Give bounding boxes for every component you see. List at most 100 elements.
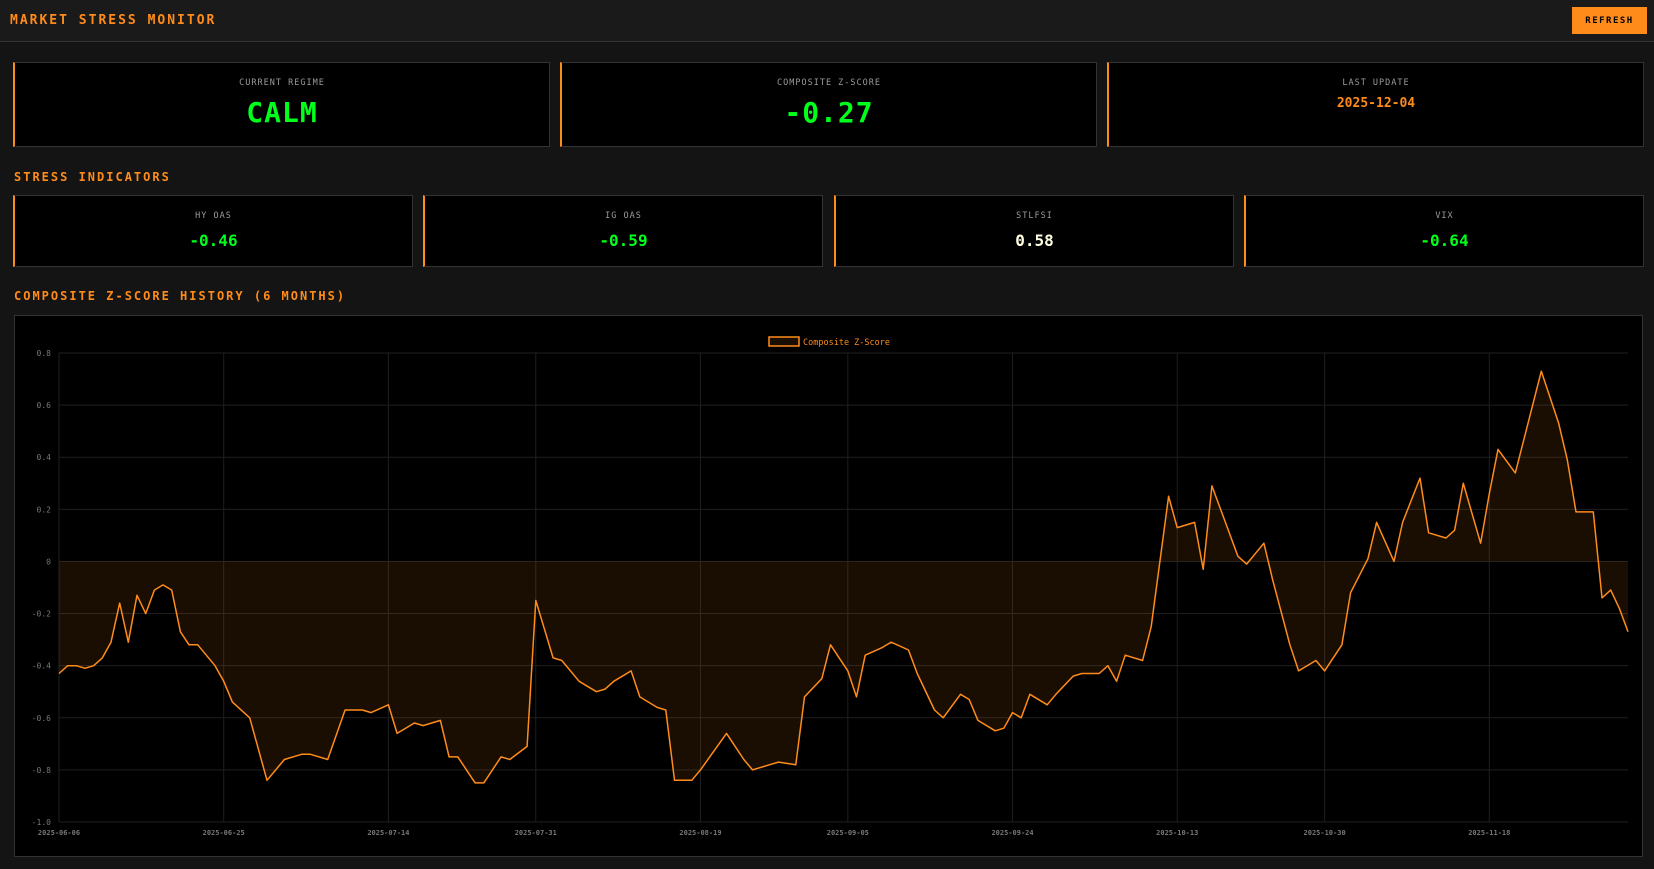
y-tick-label: 0.2 bbox=[37, 505, 52, 514]
zscore-data-point bbox=[639, 696, 641, 698]
zscore-data-point bbox=[933, 709, 935, 711]
zscore-data-point bbox=[561, 659, 563, 661]
zscore-data-point bbox=[145, 612, 147, 614]
regime-value: CALM bbox=[246, 96, 318, 129]
zscore-data-point bbox=[249, 717, 251, 719]
zscore-data-point bbox=[483, 782, 485, 784]
zscore-data-point bbox=[578, 680, 580, 682]
zscore-data-point bbox=[1193, 521, 1195, 523]
zscore-data-point bbox=[1055, 693, 1057, 695]
indicator-value: -0.64 bbox=[1420, 231, 1469, 250]
chart-legend[interactable]: Composite Z-Score bbox=[768, 336, 890, 348]
zscore-data-point bbox=[500, 756, 502, 758]
indicator-label: HY OAS bbox=[195, 211, 232, 221]
zscore-data-point bbox=[474, 782, 476, 784]
y-tick-label: -0.4 bbox=[32, 662, 51, 671]
zscore-data-point bbox=[101, 657, 103, 659]
zscore-data-point bbox=[1020, 717, 1022, 719]
zscore-data-point bbox=[344, 709, 346, 711]
zscore-data-point bbox=[1107, 665, 1109, 667]
zscore-data-point bbox=[855, 696, 857, 698]
zscore-data-point bbox=[795, 764, 797, 766]
zscore-data-point bbox=[1211, 485, 1213, 487]
zscore-data-point bbox=[422, 724, 424, 726]
zscore-data-point bbox=[1514, 472, 1516, 474]
regime-label: CURRENT REGIME bbox=[239, 78, 325, 88]
zscore-data-point bbox=[58, 672, 60, 674]
zscore-data-point bbox=[1297, 670, 1299, 672]
zscore-data-point bbox=[93, 665, 95, 667]
indicator-card-ig-oas: IG OAS -0.59 bbox=[423, 195, 823, 267]
zscore-data-point bbox=[1011, 711, 1013, 713]
zscore-data-point bbox=[760, 766, 762, 768]
legend-swatch bbox=[768, 336, 800, 347]
zscore-data-point bbox=[1540, 370, 1542, 372]
zscore-data-point bbox=[968, 698, 970, 700]
x-tick-label: 2025-08-19 bbox=[679, 829, 721, 837]
zscore-data-point bbox=[881, 646, 883, 648]
zscore-data-point bbox=[1349, 592, 1351, 594]
zscore-data-point bbox=[1523, 438, 1525, 440]
zscore-data-point bbox=[387, 704, 389, 706]
update-card: LAST UPDATE 2025-12-04 bbox=[1107, 62, 1644, 147]
zscore-data-point bbox=[725, 732, 727, 734]
indicator-card-vix: VIX -0.64 bbox=[1244, 195, 1644, 267]
indicator-label: IG OAS bbox=[605, 211, 642, 221]
indicator-label: STLFSI bbox=[1016, 211, 1053, 221]
zscore-data-point bbox=[301, 753, 303, 755]
zscore-data-point bbox=[1419, 477, 1421, 479]
zscore-data-point bbox=[136, 594, 138, 596]
zscore-data-point bbox=[1245, 563, 1247, 565]
zscore-data-point bbox=[110, 641, 112, 643]
zscore-card: COMPOSITE Z-SCORE -0.27 bbox=[560, 62, 1097, 147]
zscore-history-chart: 0.8 0.6 0.4 0.2 0 -0.2 -0.4 -0.6 -0.8 -1.0 2025-06… bbox=[14, 315, 1643, 857]
zscore-data-point bbox=[413, 722, 415, 724]
zscore-data-point bbox=[1072, 675, 1074, 677]
zscore-data-point bbox=[1627, 631, 1629, 633]
y-tick-label: 0.8 bbox=[37, 349, 52, 358]
zscore-data-point bbox=[743, 758, 745, 760]
x-tick-label: 2025-10-30 bbox=[1304, 829, 1346, 837]
zscore-data-point bbox=[907, 649, 909, 651]
history-title: COMPOSITE Z-SCORE HISTORY (6 MONTHS) bbox=[14, 289, 347, 303]
zscore-data-point bbox=[1618, 607, 1620, 609]
chart-svg: 0.8 0.6 0.4 0.2 0 -0.2 -0.4 -0.6 -0.8 -1.0 2025-06… bbox=[32, 336, 1629, 837]
zscore-data-point bbox=[1427, 532, 1429, 534]
zscore-data-point bbox=[119, 602, 121, 604]
zscore-data-point bbox=[829, 644, 831, 646]
zscore-data-point bbox=[751, 769, 753, 771]
zscore-data-point bbox=[1219, 508, 1221, 510]
zscore-data-point bbox=[1141, 659, 1143, 661]
zscore-data-point bbox=[448, 756, 450, 758]
top-bar: MARKET STRESS MONITOR REFRESH bbox=[0, 0, 1654, 42]
zscore-data-point bbox=[370, 711, 372, 713]
zscore-data-point bbox=[1029, 693, 1031, 695]
y-tick-label: -1.0 bbox=[32, 818, 51, 827]
x-tick-label: 2025-11-18 bbox=[1468, 829, 1510, 837]
zscore-data-point bbox=[266, 779, 268, 781]
zscore-data-point bbox=[777, 761, 779, 763]
x-tick-label: 2025-07-14 bbox=[367, 829, 409, 837]
y-tick-label: -0.2 bbox=[32, 610, 51, 619]
zscore-data-point bbox=[613, 680, 615, 682]
zscore-data-point bbox=[1176, 526, 1178, 528]
refresh-button[interactable]: REFRESH bbox=[1572, 7, 1647, 34]
legend-label: Composite Z-Score bbox=[803, 338, 890, 348]
zscore-data-point bbox=[153, 589, 155, 591]
zscore-data-point bbox=[84, 667, 86, 669]
zscore-data-point bbox=[1150, 625, 1152, 627]
zscore-data-point bbox=[1263, 542, 1265, 544]
zscore-data-point bbox=[1367, 558, 1369, 560]
zscore-data-point bbox=[1575, 511, 1577, 513]
zscore-data-point bbox=[1046, 704, 1048, 706]
indicator-value: -0.46 bbox=[189, 231, 238, 250]
zscore-data-point bbox=[699, 769, 701, 771]
zscore-data-point bbox=[171, 589, 173, 591]
zscore-data-point bbox=[162, 584, 164, 586]
zscore-data-point bbox=[604, 688, 606, 690]
zscore-data-point bbox=[1202, 568, 1204, 570]
indicator-card-hy-oas: HY OAS -0.46 bbox=[13, 195, 413, 267]
zscore-data-point bbox=[231, 701, 233, 703]
zscore-data-point bbox=[309, 753, 311, 755]
zscore-data-point bbox=[535, 599, 537, 601]
